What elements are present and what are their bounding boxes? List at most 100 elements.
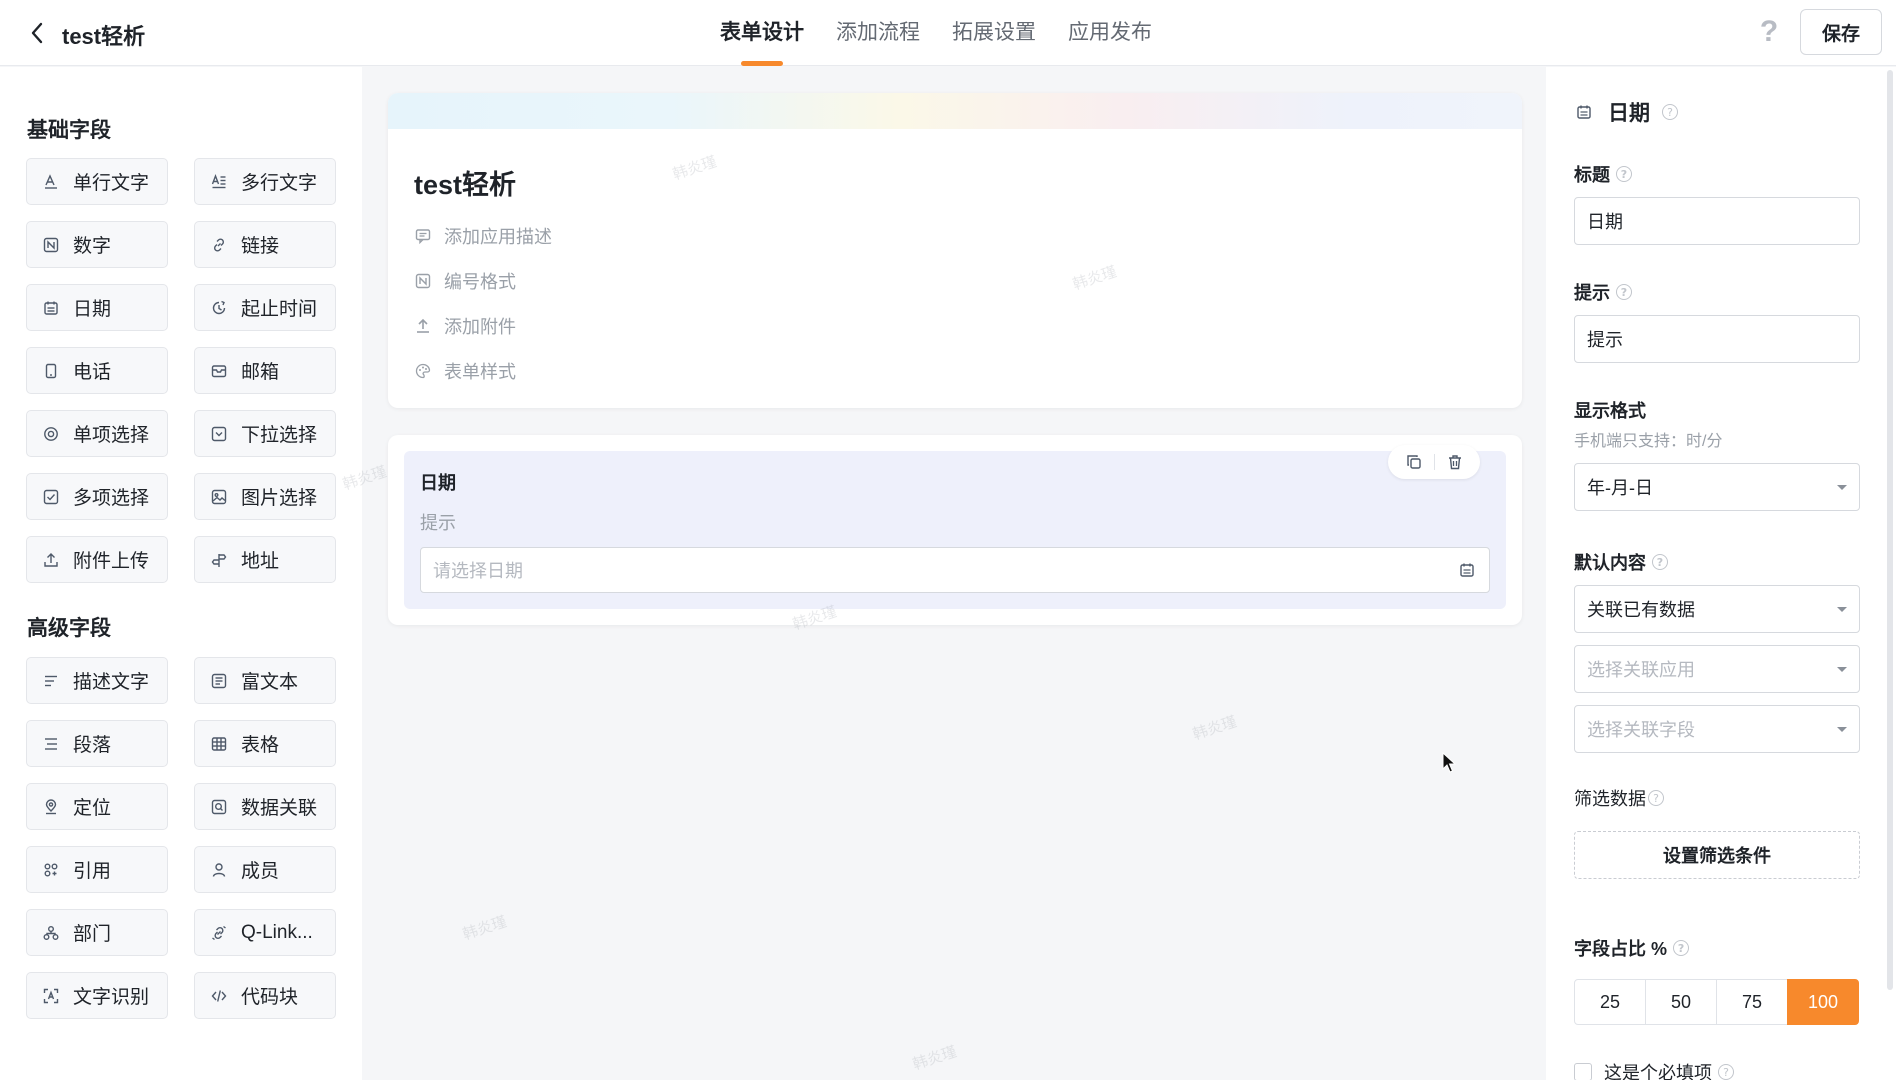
field-item[interactable]: 表格: [194, 720, 336, 767]
watermark: 韩炎瑾: [910, 1043, 959, 1074]
field-item[interactable]: 数据关联: [194, 783, 336, 830]
field-item[interactable]: 部门: [26, 909, 168, 956]
field-item[interactable]: 代码块: [194, 972, 336, 1019]
field-item[interactable]: 定位: [26, 783, 168, 830]
field-item[interactable]: 邮箱: [194, 347, 336, 394]
linked-field-select[interactable]: 选择关联字段: [1574, 705, 1860, 753]
help-circle-icon[interactable]: ?: [1718, 1064, 1734, 1080]
field-item-label: 部门: [73, 924, 112, 945]
default-value: 关联已有数据: [1587, 600, 1695, 620]
scrollbar[interactable]: [1887, 70, 1893, 990]
save-button[interactable]: 保存: [1800, 9, 1882, 55]
tab-add-flow[interactable]: 添加流程: [836, 0, 920, 66]
field-item[interactable]: 富文本: [194, 657, 336, 704]
ratio-label: 字段占比 % ?: [1574, 935, 1690, 961]
field-item[interactable]: 链接: [194, 221, 336, 268]
upload-icon: [41, 550, 61, 570]
location-icon: [41, 797, 61, 817]
number-format-option[interactable]: 编号格式: [414, 268, 516, 294]
field-item[interactable]: 成员: [194, 846, 336, 893]
hint-input[interactable]: 提示: [1574, 315, 1860, 363]
add-description-option[interactable]: 添加应用描述: [414, 223, 552, 249]
advanced-fields-title: 高级字段: [27, 617, 111, 640]
field-item[interactable]: 数字: [26, 221, 168, 268]
field-item-label: 图片选择: [241, 488, 318, 509]
caret-down-icon: [1837, 666, 1847, 672]
field-item[interactable]: 起止时间: [194, 284, 336, 331]
field-type-title: 日期: [1608, 102, 1650, 125]
set-filter-button[interactable]: 设置筛选条件: [1574, 831, 1860, 879]
upload-icon: [414, 317, 432, 335]
ratio-100-button[interactable]: 100: [1787, 979, 1859, 1025]
form-canvas: test轻析 添加应用描述 编号格式 添加附件 表单样式 日期 提示 请选择日期…: [341, 67, 1546, 1080]
field-item[interactable]: 单项选择: [26, 410, 168, 457]
help-circle-icon[interactable]: ?: [1673, 940, 1690, 956]
field-item[interactable]: 多项选择: [26, 473, 168, 520]
help-circle-icon[interactable]: ?: [1616, 166, 1632, 182]
form-style-option[interactable]: 表单样式: [414, 358, 516, 384]
format-subtext: 手机端只支持：时/分: [1574, 433, 1723, 450]
caret-down-icon: [1837, 726, 1847, 732]
field-item[interactable]: 地址: [194, 536, 336, 583]
ratio-25-button[interactable]: 25: [1574, 979, 1646, 1025]
field-item[interactable]: 多行文字: [194, 158, 336, 205]
field-item[interactable]: 引用: [26, 846, 168, 893]
field-item[interactable]: 电话: [26, 347, 168, 394]
date-field-selected[interactable]: 日期 提示 请选择日期: [404, 445, 1506, 609]
field-item-label: 成员: [241, 861, 280, 882]
field-item[interactable]: 文字识别: [26, 972, 168, 1019]
tab-extension-settings[interactable]: 拓展设置: [952, 0, 1036, 66]
field-item-label: 富文本: [241, 672, 299, 693]
field-item-label: 下拉选择: [241, 425, 318, 446]
add-description-label: 添加应用描述: [444, 227, 552, 247]
default-content-select[interactable]: 关联已有数据: [1574, 585, 1860, 633]
ratio-75-button[interactable]: 75: [1716, 979, 1788, 1025]
ratio-50-button[interactable]: 50: [1645, 979, 1717, 1025]
app-title: test轻析: [62, 24, 146, 49]
date-field-card[interactable]: 日期 提示 请选择日期: [388, 435, 1522, 625]
linked-app-select[interactable]: 选择关联应用: [1574, 645, 1860, 693]
field-item[interactable]: 下拉选择: [194, 410, 336, 457]
checkbox-icon: [41, 487, 61, 507]
field-label: 日期: [420, 473, 456, 493]
required-checkbox[interactable]: [1574, 1063, 1592, 1080]
field-item[interactable]: 图片选择: [194, 473, 336, 520]
field-item[interactable]: 段落: [26, 720, 168, 767]
date-picker-input[interactable]: 请选择日期: [420, 547, 1490, 593]
help-circle-icon[interactable]: ?: [1616, 284, 1632, 300]
tab-publish[interactable]: 应用发布: [1068, 0, 1152, 66]
add-attachment-option[interactable]: 添加附件: [414, 313, 516, 339]
title-input[interactable]: 日期: [1574, 197, 1860, 245]
help-circle-icon[interactable]: ?: [1648, 790, 1664, 806]
table-icon: [209, 734, 229, 754]
field-item[interactable]: 日期: [26, 284, 168, 331]
field-item[interactable]: 附件上传: [26, 536, 168, 583]
field-item-label: 数据关联: [241, 798, 318, 819]
tab-form-design[interactable]: 表单设计: [720, 0, 804, 66]
default-content-label: 默认内容 ?: [1574, 549, 1668, 575]
hint-label: 提示 ?: [1574, 279, 1632, 305]
field-item-label: 定位: [73, 798, 112, 819]
field-item[interactable]: 单行文字: [26, 158, 168, 205]
field-item[interactable]: Q-Link...: [194, 909, 336, 956]
field-item[interactable]: 描述文字: [26, 657, 168, 704]
rich-text-icon: [209, 671, 229, 691]
field-properties-panel: 日期 ? 标题 ? 日期 提示 ? 提示 显示格式 手机端只支持：时/分 年-月…: [1546, 67, 1896, 1080]
back-button[interactable]: [22, 18, 52, 48]
field-item-label: Q-Link...: [241, 921, 313, 943]
help-circle-icon[interactable]: ?: [1662, 104, 1678, 120]
calendar-icon: [1574, 102, 1594, 122]
filter-data-label: 筛选数据 ?: [1574, 785, 1664, 811]
trash-icon[interactable]: [1444, 451, 1466, 473]
form-title[interactable]: test轻析: [414, 163, 516, 202]
calendar-icon[interactable]: [1457, 560, 1477, 580]
ratio-label-text: 字段占比 %: [1574, 939, 1668, 959]
help-icon[interactable]: ?: [1752, 15, 1786, 49]
form-header-card[interactable]: test轻析 添加应用描述 编号格式 添加附件 表单样式: [388, 93, 1522, 408]
format-select[interactable]: 年-月-日: [1574, 463, 1860, 511]
copy-icon[interactable]: [1403, 451, 1425, 473]
link-icon: [209, 235, 229, 255]
form-banner: [388, 93, 1522, 129]
calendar-icon: [41, 298, 61, 318]
help-circle-icon[interactable]: ?: [1652, 554, 1668, 570]
